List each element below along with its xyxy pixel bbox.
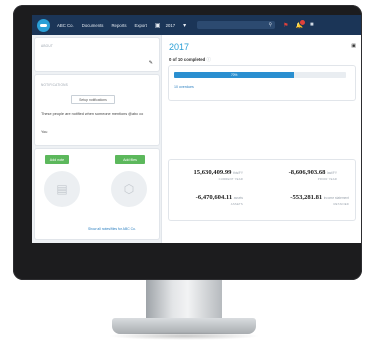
overdue-link[interactable]: 10 overdues xyxy=(174,85,194,89)
stat-prior-year: -8,606,903.68 last/FY PRIOR YEAR xyxy=(289,169,337,181)
nav-brand[interactable]: ABC Co. xyxy=(57,23,74,28)
stand-shadow xyxy=(108,332,260,340)
stat-label: ASSETS xyxy=(230,202,243,206)
top-navbar: ABC Co. Documents Reports Export ▣ 2017 … xyxy=(32,15,361,35)
progress-bar: 70% xyxy=(174,72,346,78)
main-content: 2017 ▣ 0 of 10 completed ⓘ 70% 10 overdu… xyxy=(162,35,361,243)
stat-retained: -553,281.81 income statement RETAINED xyxy=(290,194,349,206)
stat-unit: assets xyxy=(233,196,243,200)
about-card: About ✎ xyxy=(35,38,159,71)
setup-notifications-button[interactable]: Setup notifications xyxy=(71,95,115,104)
year-selector[interactable]: 2017 xyxy=(166,23,176,28)
stat-unit: income statement xyxy=(323,196,349,200)
notifications-label: Notifications xyxy=(41,83,68,87)
brand-logo-icon[interactable] xyxy=(37,18,50,32)
stats-card: 15,630,409.99 this/FY CURRENT YEAR -8,60… xyxy=(169,160,355,220)
notify-you: You xyxy=(41,130,48,134)
search-input[interactable]: ⚲ xyxy=(197,21,276,29)
nav-documents[interactable]: Documents xyxy=(82,23,104,28)
stat-label: RETAINED xyxy=(333,202,349,206)
stat-value: 15,630,409.99 xyxy=(193,169,232,176)
note-icon: ▤ xyxy=(44,171,80,207)
nav-reports[interactable]: Reports xyxy=(111,23,126,28)
stat-value: -8,606,903.68 xyxy=(288,169,326,176)
stat-label: PRIOR YEAR xyxy=(317,177,337,181)
stat-current-year: 15,630,409.99 this/FY CURRENT YEAR xyxy=(194,169,244,181)
progress-label: 0 of 10 completed ⓘ xyxy=(169,57,211,63)
progress-text: 0 of 10 completed xyxy=(169,57,206,62)
user-icon[interactable]: ■ xyxy=(310,22,314,28)
bell-icon[interactable]: 🔔 xyxy=(296,18,307,29)
left-sidebar: About ✎ Notifications Setup notification… xyxy=(32,35,162,243)
show-all-link[interactable]: Show all notes/files for ABC Co. xyxy=(88,227,136,231)
app-screen: ABC Co. Documents Reports Export ▣ 2017 … xyxy=(32,15,361,243)
stat-value: -6,470,604.11 xyxy=(195,194,233,201)
flag-icon[interactable]: ⚑ xyxy=(283,22,288,29)
chevron-down-icon[interactable]: ▾ xyxy=(183,22,186,29)
print-icon[interactable]: ▣ xyxy=(351,43,356,49)
stat-label: CURRENT YEAR xyxy=(218,177,243,181)
search-icon[interactable]: ⚲ xyxy=(269,22,273,28)
box-icon: ⬡ xyxy=(111,171,147,207)
notify-description: These people are notified when someone m… xyxy=(41,112,144,116)
stat-assets: -6,470,604.11 assets ASSETS xyxy=(196,194,243,206)
add-note-button[interactable]: Add note xyxy=(45,155,69,164)
notification-dot xyxy=(299,18,307,26)
nav-export[interactable]: Export xyxy=(135,23,147,28)
notes-files-card: Add note Add files ▤ ⬡ Show all notes/fi… xyxy=(35,149,159,239)
progress-bar-fill: 70% xyxy=(174,72,295,78)
calendar-icon: ▣ xyxy=(154,22,161,29)
add-files-button[interactable]: Add files xyxy=(115,155,145,164)
progress-card: 70% 10 overdues xyxy=(169,66,355,100)
stat-unit: last/FY xyxy=(327,171,337,175)
monitor-bezel: ABC Co. Documents Reports Export ▣ 2017 … xyxy=(13,5,362,280)
page-title: 2017 xyxy=(169,42,190,52)
monitor-stand-neck xyxy=(146,280,222,322)
about-label: About xyxy=(41,44,53,48)
stat-unit: this/FY xyxy=(233,171,243,175)
stat-value: -553,281.81 xyxy=(290,194,323,201)
notifications-card: Notifications Setup notifications These … xyxy=(35,75,159,145)
pencil-icon[interactable]: ✎ xyxy=(149,60,153,66)
info-icon[interactable]: ⓘ xyxy=(207,57,211,62)
